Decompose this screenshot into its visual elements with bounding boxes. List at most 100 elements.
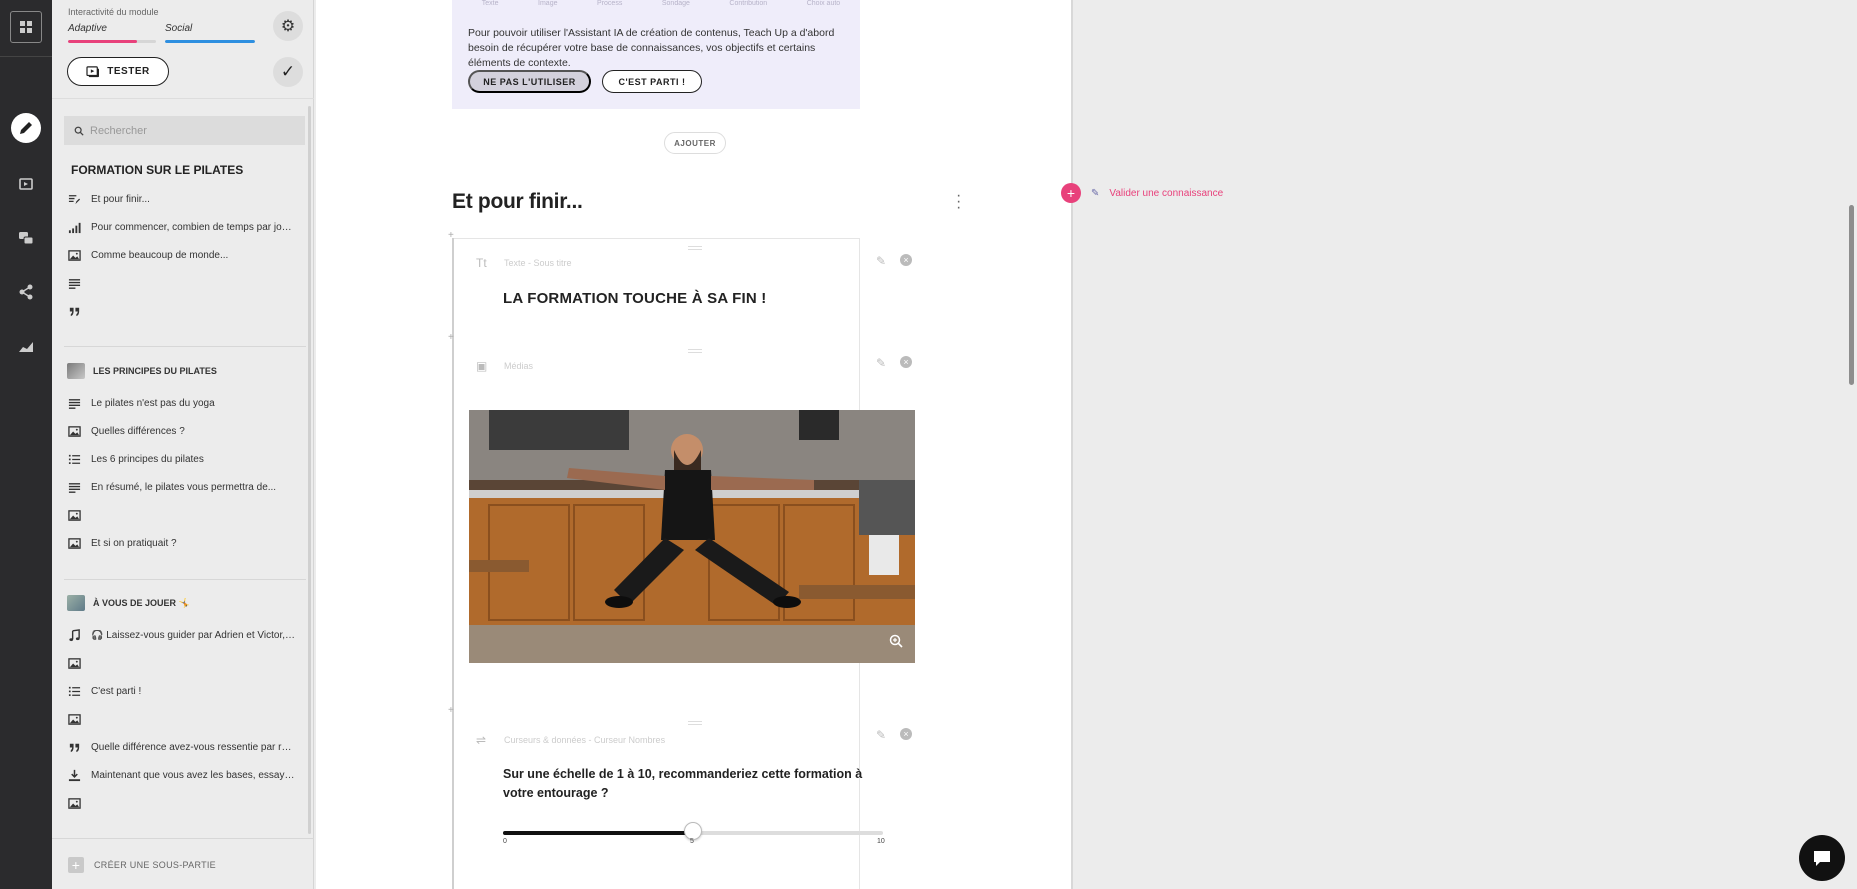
insert-plus-icon[interactable]: +	[448, 230, 454, 241]
drag-handle[interactable]	[688, 721, 702, 725]
pencil-icon[interactable]: ✎	[876, 728, 886, 742]
pencil-icon[interactable]: ✎	[876, 356, 886, 370]
add-block-button[interactable]: AJOUTER	[664, 132, 726, 154]
section-item[interactable]	[67, 272, 307, 294]
chapter2-item-label: 🎧 Laissez-vous guider par Adrien et Vict…	[91, 629, 296, 641]
chapter1-item[interactable]	[67, 504, 307, 526]
sidebar-scrollbar[interactable]	[308, 106, 311, 834]
chapter2-item[interactable]: Quelle différence avez-vous ressentie pa…	[67, 736, 307, 758]
close-icon[interactable]: ×	[900, 728, 913, 740]
chapter2-item[interactable]	[67, 652, 307, 674]
paragraph-icon	[67, 481, 81, 494]
image-icon	[67, 657, 81, 670]
check-icon[interactable]: ✓	[273, 57, 303, 87]
app-rail	[0, 0, 52, 889]
slider-value-label: 5	[690, 838, 694, 845]
validate-knowledge[interactable]: + ✎ Valider une connaissance	[1061, 183, 1223, 203]
chat-bubbles-icon[interactable]	[11, 223, 41, 253]
section-item[interactable]: Pour commencer, combien de temps par jou…	[67, 216, 307, 238]
ai-type-tab[interactable]: Texte	[482, 0, 499, 7]
drag-handle[interactable]	[688, 349, 702, 353]
chapter2-item[interactable]	[67, 708, 307, 730]
block-tools: ✎ ×	[876, 254, 913, 268]
quote-icon	[67, 305, 81, 318]
tab-adaptive[interactable]: Adaptive	[68, 23, 107, 34]
paragraph-icon	[67, 397, 81, 410]
block-type-label: Curseurs & données - Curseur Nombres	[504, 735, 666, 745]
edit-icon[interactable]	[11, 113, 41, 143]
section-item[interactable]	[67, 300, 307, 322]
page-scrollbar[interactable]	[1849, 205, 1854, 385]
pencil-icon[interactable]: ✎	[876, 254, 886, 268]
content-right-border	[1071, 0, 1073, 889]
app-logo-icon[interactable]	[10, 11, 42, 43]
close-icon[interactable]: ×	[900, 254, 913, 266]
tab-social[interactable]: Social	[165, 23, 192, 34]
chapter2-item[interactable]: C'est parti !	[67, 680, 307, 702]
block-tools: ✎ ×	[876, 728, 913, 742]
image-icon	[67, 797, 81, 810]
validate-knowledge-label[interactable]: Valider une connaissance	[1109, 188, 1223, 199]
chapter-thumbnail	[67, 595, 85, 611]
chapter-title: À VOUS DE JOUER 🤸	[93, 597, 190, 608]
chapter2-item[interactable]: Maintenant que vous avez les bases, essa…	[67, 764, 307, 786]
drag-handle[interactable]	[688, 246, 702, 250]
section-item[interactable]: Comme beaucoup de monde...	[67, 244, 307, 266]
music-icon	[67, 628, 81, 642]
chapter1-item[interactable]: Les 6 principes du pilates	[67, 448, 307, 470]
signal-bars-icon	[67, 221, 81, 234]
chapter1-item[interactable]: Le pilates n'est pas du yoga	[67, 392, 307, 414]
add-circle-icon[interactable]: +	[1061, 183, 1081, 203]
tester-button-label: TESTER	[107, 66, 150, 77]
image-icon	[67, 713, 81, 726]
module-interactivity-label: Interactivité du module	[68, 7, 159, 17]
slider-max-label: 10	[877, 838, 885, 845]
settings-gear-icon[interactable]: ⚙	[273, 11, 303, 41]
create-subpart-label: CRÉER UNE SOUS-PARTIE	[94, 860, 216, 870]
insert-plus-icon[interactable]: +	[448, 705, 454, 716]
editor-content: Texte Image Process Sondage Contribution Choi…	[316, 0, 1072, 889]
ai-type-tab[interactable]: Contribution	[729, 0, 767, 7]
ai-type-tab[interactable]: Process	[597, 0, 622, 7]
more-options-icon[interactable]: · · ·	[956, 188, 961, 216]
ai-type-tab[interactable]: Image	[538, 0, 557, 7]
zoom-icon[interactable]	[889, 634, 903, 651]
chapter-title: LES PRINCIPES DU PILATES	[93, 366, 217, 376]
search-input[interactable]	[90, 124, 290, 137]
section-item[interactable]: Et pour finir...	[67, 188, 307, 210]
chapter1-item-label: Quelles différences ?	[91, 425, 185, 437]
adaptive-progress-bar	[68, 40, 156, 43]
media-image[interactable]	[469, 410, 915, 663]
wand-icon: ✎	[1091, 187, 1100, 199]
chapter1-item[interactable]: Et si on pratiquait ?	[67, 532, 307, 554]
chapter2-item[interactable]	[67, 792, 307, 814]
close-icon[interactable]: ×	[900, 356, 913, 368]
analytics-icon[interactable]	[11, 331, 41, 361]
block-type-label: Médias	[504, 361, 534, 371]
insert-plus-icon[interactable]: +	[448, 332, 454, 343]
tester-button[interactable]: TESTER	[67, 57, 169, 86]
edit-list-icon	[67, 193, 81, 206]
media-icon[interactable]	[11, 169, 41, 199]
chapter1-item[interactable]: En résumé, le pilates vous permettra de.…	[67, 476, 307, 498]
media-type-icon: ▣	[476, 359, 488, 373]
social-progress-bar	[165, 40, 255, 43]
create-subpart-button[interactable]: + CRÉER UNE SOUS-PARTIE	[68, 857, 216, 873]
ai-type-tab[interactable]: Sondage	[662, 0, 690, 7]
chat-support-icon[interactable]	[1799, 835, 1845, 881]
chapter-les-principes[interactable]: LES PRINCIPES DU PILATES	[67, 363, 217, 379]
chapter2-item-label: Quelle différence avez-vous ressentie pa…	[91, 741, 296, 753]
chapter2-item[interactable]: 🎧 Laissez-vous guider par Adrien et Vict…	[67, 624, 307, 646]
slider-type-icon: ⇌	[476, 733, 487, 747]
search-icon	[74, 126, 84, 136]
ai-type-tab[interactable]: Choix auto	[807, 0, 840, 7]
ai-accept-button[interactable]: C'EST PARTI !	[602, 70, 702, 93]
chapter1-item[interactable]: Quelles différences ?	[67, 420, 307, 442]
ai-decline-button[interactable]: NE PAS L'UTILISER	[468, 70, 591, 93]
share-icon[interactable]	[11, 277, 41, 307]
ai-assistant-text: Pour pouvoir utiliser l'Assistant IA de …	[468, 27, 835, 69]
chapter-a-vous-de-jouer[interactable]: À VOUS DE JOUER 🤸	[67, 595, 190, 611]
chapter1-item-label: En résumé, le pilates vous permettra de.…	[91, 481, 277, 493]
list-icon	[67, 453, 81, 466]
kitchen-photo	[469, 410, 915, 663]
